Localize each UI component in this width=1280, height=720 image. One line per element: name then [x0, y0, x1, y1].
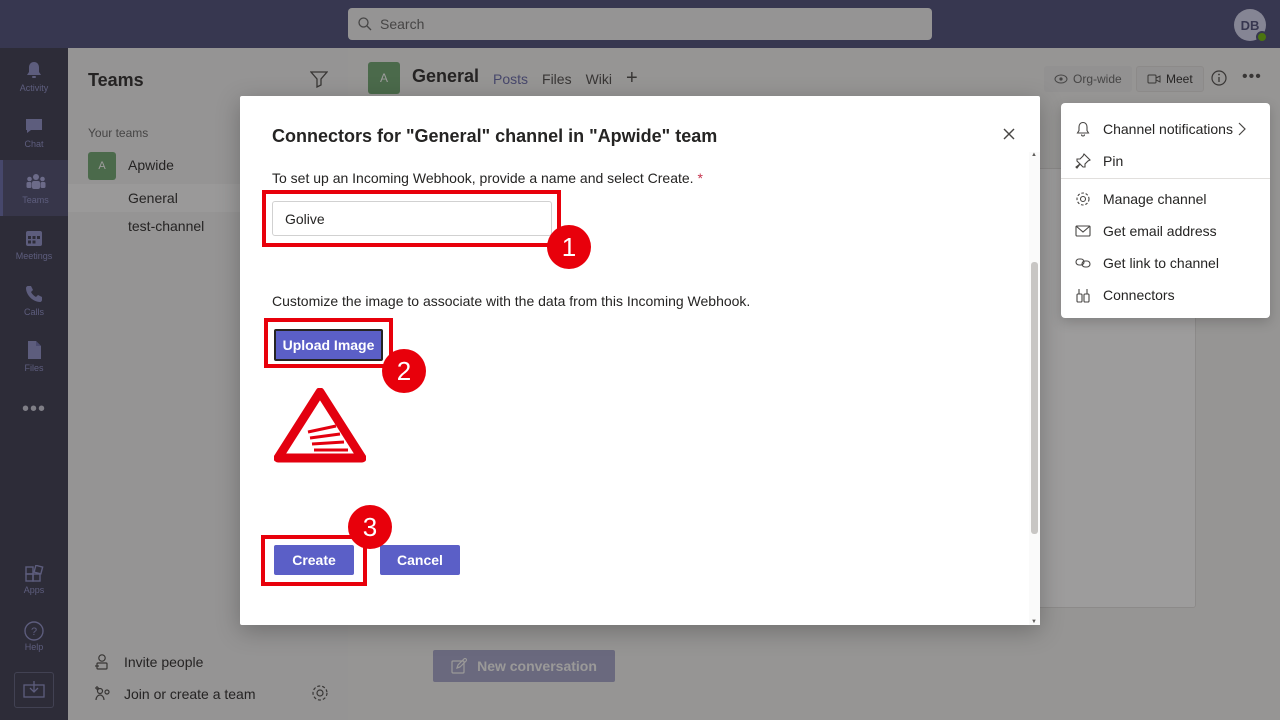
- menu-label: Get email address: [1103, 223, 1217, 239]
- menu-item-channel-notifications[interactable]: Channel notifications: [1061, 113, 1270, 145]
- scrollbar-thumb[interactable]: [1031, 262, 1038, 534]
- webhook-name-text: To set up an Incoming Webhook, provide a…: [272, 170, 694, 186]
- connectors-icon: [1076, 289, 1090, 303]
- pin-icon: [1075, 153, 1091, 169]
- link-icon: [1075, 258, 1091, 268]
- step-badge-3: 3: [348, 505, 392, 549]
- highlight-box-1: [262, 190, 561, 247]
- scroll-up-icon[interactable]: ▲: [1031, 152, 1037, 158]
- menu-label: Manage channel: [1103, 191, 1207, 207]
- scroll-down-icon[interactable]: ▼: [1031, 619, 1037, 625]
- menu-item-pin[interactable]: Pin: [1061, 145, 1270, 177]
- gear-icon: [1076, 192, 1090, 206]
- menu-item-connectors[interactable]: Connectors: [1061, 279, 1270, 311]
- menu-label: Channel notifications: [1103, 121, 1233, 137]
- cancel-button[interactable]: Cancel: [380, 545, 460, 575]
- menu-item-get-link[interactable]: Get link to channel: [1061, 247, 1270, 279]
- menu-label: Pin: [1103, 153, 1124, 169]
- dialog-title: Connectors for "General" channel in "Apw…: [272, 126, 718, 146]
- chevron-right-icon: [1238, 122, 1246, 136]
- highlight-box-3: [261, 535, 367, 586]
- menu-item-manage-channel[interactable]: Manage channel: [1061, 183, 1270, 215]
- menu-divider: [1061, 178, 1270, 179]
- apwide-logo-image: [274, 388, 366, 463]
- step-badge-2: 2: [382, 349, 426, 393]
- image-label: Customize the image to associate with th…: [272, 293, 751, 309]
- menu-label: Get link to channel: [1103, 255, 1219, 271]
- mail-icon: [1075, 225, 1091, 237]
- bell-icon: [1076, 121, 1090, 137]
- menu-label: Connectors: [1103, 287, 1175, 303]
- menu-item-get-email[interactable]: Get email address: [1061, 215, 1270, 247]
- webhook-name-label: To set up an Incoming Webhook, provide a…: [272, 170, 703, 186]
- step-badge-1: 1: [547, 225, 591, 269]
- highlight-box-2: [264, 318, 393, 368]
- dialog-scrollbar[interactable]: ▲ ▼: [1029, 152, 1040, 625]
- required-marker: *: [697, 170, 703, 186]
- channel-options-menu: Channel notifications Pin Manage channel…: [1061, 103, 1270, 318]
- close-icon[interactable]: [1002, 127, 1016, 141]
